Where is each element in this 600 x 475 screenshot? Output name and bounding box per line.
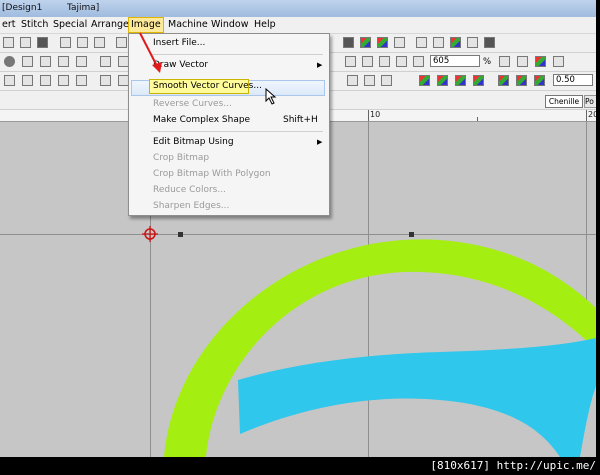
smooth-vector-curves-highlight[interactable]: Smooth Vector Curves...	[149, 79, 262, 94]
menu-separator	[151, 131, 323, 132]
menu-image[interactable]: Image	[128, 17, 164, 33]
menu-item-reduce-colors: Reduce Colors...	[153, 185, 226, 195]
menu-item-draw-vector[interactable]: Draw Vector	[153, 60, 208, 70]
steps-icon[interactable]	[517, 56, 528, 67]
pattern-tool-icon[interactable]	[40, 56, 51, 67]
menu-separator	[151, 54, 323, 55]
caption-text: [810x617] http://upic.me/	[430, 459, 596, 472]
color-node-b-icon[interactable]	[437, 75, 448, 86]
title-document: [Design1	[2, 3, 43, 13]
color-node-a-icon[interactable]	[419, 75, 430, 86]
title-machine: Tajima]	[67, 3, 100, 13]
menu-item-edit-bitmap-using[interactable]: Edit Bitmap Using	[153, 137, 234, 147]
submenu-arrow-icon: ▶	[317, 138, 323, 146]
applique-tool-icon[interactable]	[100, 75, 111, 86]
menu-machine[interactable]: Machine	[168, 19, 208, 30]
menu-special[interactable]: Special	[53, 19, 87, 30]
cyan-swoosh-shape[interactable]	[238, 337, 596, 457]
menu-item-sharpen-edges: Sharpen Edges...	[153, 201, 230, 211]
ruler-label-20: 20	[588, 110, 596, 119]
width-input[interactable]: 0.50	[553, 74, 593, 86]
cut-icon[interactable]	[60, 37, 71, 48]
satin-tool-icon[interactable]	[4, 75, 15, 86]
motif-tool-icon[interactable]	[76, 75, 87, 86]
menu-item-crop-bitmap-polygon: Crop Bitmap With Polygon	[153, 169, 271, 179]
menu-item-reverse-curves: Reverse Curves...	[153, 99, 232, 109]
node-handle-left[interactable]	[178, 232, 183, 237]
menu-item-make-complex-shape[interactable]: Make Complex Shape	[153, 115, 250, 125]
zoom-unit: %	[483, 57, 492, 67]
frame-icon[interactable]	[484, 37, 495, 48]
needle-icon[interactable]	[467, 37, 478, 48]
paste-icon[interactable]	[94, 37, 105, 48]
origin-crosshair-icon[interactable]	[142, 226, 158, 242]
texture-tool-icon[interactable]	[58, 56, 69, 67]
color-node-g-icon[interactable]	[534, 75, 545, 86]
zoom-input[interactable]: 605	[430, 55, 480, 67]
color-node-f-icon[interactable]	[516, 75, 527, 86]
submenu-arrow-icon: ▶	[317, 61, 323, 69]
image-menu-dropdown: Insert File... Draw Vector ▶ Smooth Vect…	[128, 33, 330, 216]
shortcut-shift-h: Shift+H	[283, 115, 318, 125]
color-node-c-icon[interactable]	[455, 75, 466, 86]
menu-arrange[interactable]: Arrange	[91, 19, 129, 30]
circle-tool-icon[interactable]	[4, 56, 15, 67]
mouse-cursor-icon	[265, 88, 277, 105]
run-tool-icon[interactable]	[22, 75, 33, 86]
bullseye-tool-icon[interactable]	[100, 56, 111, 67]
node-handle-right[interactable]	[409, 232, 414, 237]
menu-stitch[interactable]: Stitch	[21, 19, 48, 30]
width-right-icon[interactable]	[364, 75, 375, 86]
zoom-out-icon[interactable]	[379, 56, 390, 67]
node-icon[interactable]	[381, 75, 392, 86]
zoom-fit-icon[interactable]	[362, 56, 373, 67]
title-bar: [Design1 Tajima]	[0, 0, 596, 17]
color-node-d-icon[interactable]	[473, 75, 484, 86]
image-caption-bar: [810x617] http://upic.me/	[0, 457, 600, 475]
menu-bar: ert Stitch Special Arrange Image Machine…	[0, 17, 596, 34]
menu-window[interactable]: Window	[211, 19, 248, 30]
wave-tool-icon[interactable]	[40, 75, 51, 86]
ruler-label-10: 10	[370, 110, 381, 119]
cluster-icon[interactable]	[535, 56, 546, 67]
copy-icon[interactable]	[77, 37, 88, 48]
width-left-icon[interactable]	[347, 75, 358, 86]
square-tool-icon[interactable]	[22, 56, 33, 67]
menu-insert[interactable]: ert	[2, 19, 15, 30]
pan-icon[interactable]	[413, 56, 424, 67]
menu-item-insert-file[interactable]: Insert File...	[153, 38, 205, 48]
expand-icon[interactable]	[553, 56, 564, 67]
application-window: [Design1 Tajima] ert Stitch Special Arra…	[0, 0, 596, 457]
mesh-tool-icon[interactable]	[76, 56, 87, 67]
stitch-view-icon[interactable]	[433, 37, 444, 48]
menu-help[interactable]: Help	[254, 19, 276, 30]
menu-item-crop-bitmap: Crop Bitmap	[153, 153, 210, 163]
stem-tool-icon[interactable]	[58, 75, 69, 86]
tab-po[interactable]: Po	[584, 95, 596, 108]
save-icon[interactable]	[37, 37, 48, 48]
stairs-icon[interactable]	[499, 56, 510, 67]
color-chart-icon[interactable]	[394, 37, 405, 48]
highlight-label: Smooth Vector Curves...	[153, 81, 262, 91]
palette-icon[interactable]	[377, 37, 388, 48]
thread-icon[interactable]	[450, 37, 461, 48]
undo-icon[interactable]	[116, 37, 127, 48]
mountain-icon[interactable]	[360, 37, 371, 48]
new-icon[interactable]	[3, 37, 14, 48]
zoom-in-icon[interactable]	[345, 56, 356, 67]
tab-chenille[interactable]: Chenille	[545, 95, 583, 108]
open-icon[interactable]	[20, 37, 31, 48]
zoom-box-icon[interactable]	[396, 56, 407, 67]
grid-icon[interactable]	[343, 37, 354, 48]
fill-icon[interactable]	[416, 37, 427, 48]
color-node-e-icon[interactable]	[498, 75, 509, 86]
